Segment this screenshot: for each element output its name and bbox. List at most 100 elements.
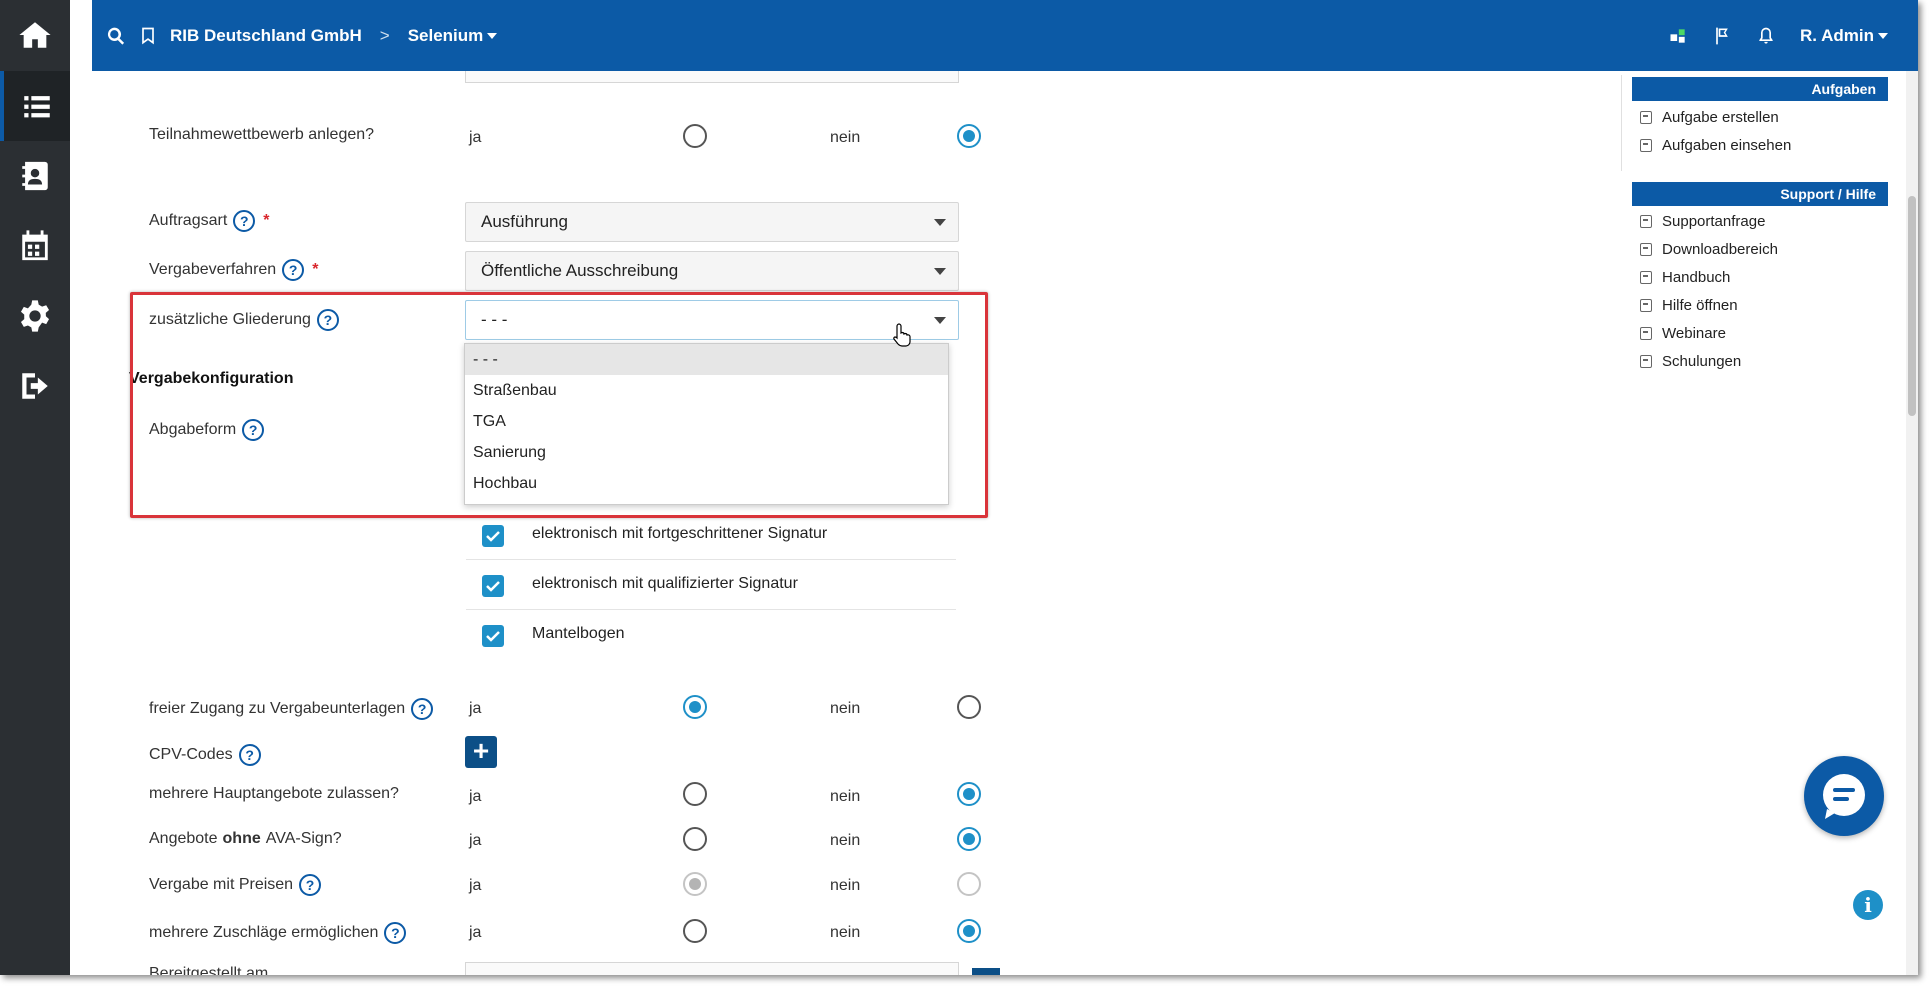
freier-zugang-yes-radio[interactable]	[683, 695, 707, 719]
help-icon[interactable]: ?	[282, 259, 305, 281]
ava-sign-no-radio[interactable]	[957, 827, 981, 851]
aufgabe-erstellen-link[interactable]: Aufgabe erstellen	[1640, 109, 1779, 126]
help-icon[interactable]: ?	[233, 210, 256, 232]
ava-sign-label: Angebote ohne AVA-Sign?	[149, 830, 342, 847]
bookmark-icon[interactable]	[138, 26, 158, 46]
freier-zugang-label: freier Zugang zu Vergabeunterlagen ?	[149, 698, 434, 720]
preise-yes-label: ja	[469, 877, 482, 894]
add-cpv-button[interactable]: +	[465, 736, 497, 768]
help-icon[interactable]: ?	[238, 744, 261, 766]
sidebar	[0, 0, 70, 975]
highlight-box	[130, 292, 988, 518]
zuschlaege-no-label: nein	[830, 924, 861, 941]
collapse-handle-icon[interactable]	[76, 10, 82, 30]
checkbox[interactable]	[482, 525, 504, 547]
teilnahme-yes-radio[interactable]	[683, 124, 707, 148]
checkbox[interactable]	[482, 575, 504, 597]
freier-zugang-yes-label: ja	[469, 700, 482, 717]
sidebar-item-logout[interactable]	[0, 351, 70, 421]
page-icon	[1640, 355, 1652, 368]
teilnahme-no-radio[interactable]	[957, 124, 981, 148]
abgabeform-option-label: elektronisch mit fortgeschrittener Signa…	[532, 525, 828, 542]
handbuch-link[interactable]: Handbuch	[1640, 269, 1730, 286]
page-icon	[1640, 111, 1652, 124]
webinare-link[interactable]: Webinare	[1640, 325, 1726, 342]
teilnahme-no-label: nein	[830, 129, 861, 146]
sidebar-item-home[interactable]	[0, 0, 70, 70]
auftragsart-value: Ausführung	[481, 212, 568, 231]
breadcrumb-project[interactable]: Selenium	[408, 26, 498, 46]
auftragsart-select[interactable]: Ausführung	[465, 202, 959, 242]
page-icon	[1640, 139, 1652, 152]
preise-no-radio	[957, 872, 981, 896]
check-icon	[486, 581, 500, 592]
help-icon[interactable]: ?	[299, 874, 322, 896]
schulungen-link[interactable]: Schulungen	[1640, 353, 1741, 370]
freier-zugang-no-radio[interactable]	[957, 695, 981, 719]
list-icon	[24, 96, 50, 118]
page-icon	[1640, 299, 1652, 312]
preise-label: Vergabe mit Preisen ?	[149, 874, 322, 896]
help-icon[interactable]: ?	[384, 922, 407, 944]
ava-sign-yes-label: ja	[469, 832, 482, 849]
checkbox[interactable]	[482, 625, 504, 647]
sidebar-item-settings[interactable]	[0, 281, 70, 351]
hauptangebote-no-label: nein	[830, 788, 861, 805]
abgabeform-option[interactable]: Mantelbogen	[466, 610, 956, 660]
auftragsart-label: Auftragsart ? *	[149, 210, 270, 232]
breadcrumb-org[interactable]: RIB Deutschland GmbH	[170, 26, 362, 46]
sidebar-item-contacts[interactable]	[0, 141, 70, 211]
hilfe-oeffnen-link[interactable]: Hilfe öffnen	[1640, 297, 1738, 314]
page-icon	[1640, 243, 1652, 256]
contacts-icon	[22, 161, 48, 191]
freier-zugang-no-label: nein	[830, 700, 861, 717]
ava-sign-yes-radio[interactable]	[683, 827, 707, 851]
downloadbereich-link[interactable]: Downloadbereich	[1640, 241, 1778, 258]
bell-icon[interactable]	[1756, 26, 1776, 46]
abgabeform-option-label: Mantelbogen	[532, 625, 625, 642]
hauptangebote-no-radio[interactable]	[957, 782, 981, 806]
zuschlaege-yes-label: ja	[469, 924, 482, 941]
bottom-field-button[interactable]	[972, 968, 1000, 975]
ava-sign-no-label: nein	[830, 832, 861, 849]
info-button[interactable]: i	[1853, 890, 1883, 920]
chat-button[interactable]	[1804, 756, 1884, 836]
aufgaben-einsehen-link[interactable]: Aufgaben einsehen	[1640, 137, 1791, 154]
teilnahme-label: Teilnahmewettbewerb anlegen?	[149, 126, 375, 143]
search-icon[interactable]	[106, 26, 126, 46]
scrollbar[interactable]	[1906, 71, 1918, 975]
caret-down-icon	[934, 268, 946, 275]
user-menu[interactable]: R. Admin	[1800, 26, 1888, 46]
help-icon[interactable]: ?	[411, 698, 434, 720]
hauptangebote-yes-label: ja	[469, 788, 482, 805]
vergabeverfahren-select[interactable]: Öffentliche Ausschreibung	[465, 251, 959, 291]
apps-icon[interactable]	[1668, 26, 1688, 46]
scroll-thumb[interactable]	[1908, 196, 1916, 416]
zuschlaege-yes-radio[interactable]	[683, 919, 707, 943]
breadcrumb-separator: >	[379, 25, 390, 45]
required-marker: *	[263, 212, 270, 229]
hand-cursor-icon	[893, 323, 911, 347]
bottom-field-input[interactable]	[465, 962, 959, 975]
sidebar-item-list[interactable]	[0, 71, 70, 141]
page-icon	[1640, 327, 1652, 340]
project-name: Selenium	[407, 25, 484, 45]
top-bar: RIB Deutschland GmbH > Selenium R. Admin	[92, 0, 1918, 71]
flag-icon[interactable]	[1712, 26, 1732, 46]
aufgaben-header: Aufgaben	[1632, 77, 1888, 101]
hauptangebote-yes-radio[interactable]	[683, 782, 707, 806]
caret-down-icon	[934, 219, 946, 226]
support-header: Support / Hilfe	[1632, 182, 1888, 206]
zuschlaege-no-radio[interactable]	[957, 919, 981, 943]
vergabeverfahren-value: Öffentliche Ausschreibung	[481, 261, 679, 280]
check-icon	[486, 531, 500, 542]
required-marker: *	[312, 261, 319, 278]
sidebar-item-calendar[interactable]	[0, 211, 70, 281]
supportanfrage-link[interactable]: Supportanfrage	[1640, 213, 1765, 230]
abgabeform-option[interactable]: elektronisch mit qualifizierter Signatur	[466, 560, 956, 610]
previous-field-input[interactable]	[465, 71, 959, 83]
cpv-label: CPV-Codes ?	[149, 744, 261, 766]
app-window: RIB Deutschland GmbH > Selenium R. Admin…	[0, 0, 1918, 975]
settings-icon	[20, 300, 50, 332]
teilnahme-yes-label: ja	[469, 129, 482, 146]
